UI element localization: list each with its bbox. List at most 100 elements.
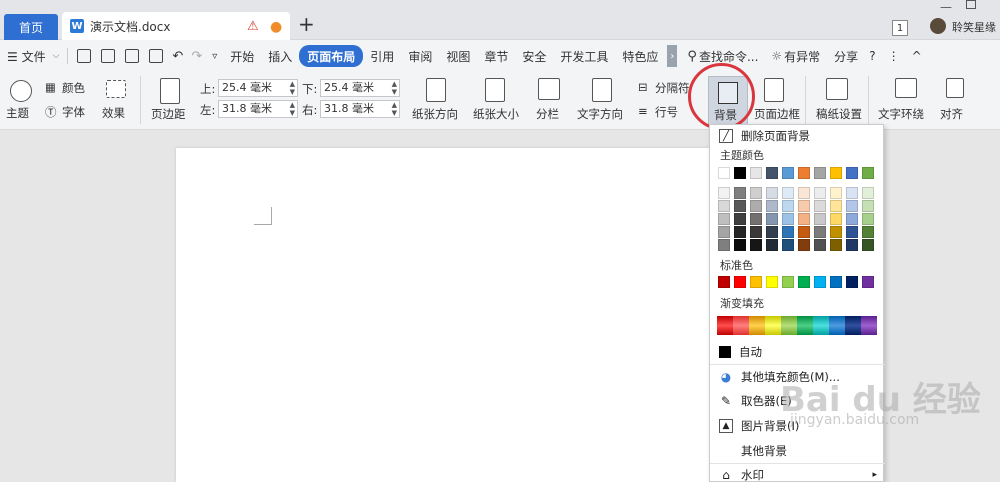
- margins-button[interactable]: 页边距: [151, 106, 186, 122]
- menu-chapter[interactable]: 章节: [477, 45, 515, 67]
- theme-shade-swatch[interactable]: [830, 200, 842, 212]
- theme-shade-swatch[interactable]: [814, 200, 826, 212]
- theme-shade-swatch[interactable]: [830, 239, 842, 251]
- theme-shade-swatch[interactable]: [862, 239, 874, 251]
- theme-shade-swatch[interactable]: [750, 187, 762, 199]
- standard-color-swatch[interactable]: [734, 276, 746, 288]
- standard-color-swatch[interactable]: [830, 276, 842, 288]
- page-border-icon[interactable]: [764, 78, 784, 102]
- save-icon[interactable]: [77, 49, 92, 63]
- orientation-icon[interactable]: [426, 78, 446, 102]
- theme-shade-swatch[interactable]: [798, 187, 810, 199]
- gradient-swatch[interactable]: [813, 316, 829, 335]
- theme-shade-swatch[interactable]: [798, 200, 810, 212]
- standard-color-swatch[interactable]: [750, 276, 762, 288]
- align-icon[interactable]: [946, 78, 964, 98]
- theme-shade-swatch[interactable]: [862, 213, 874, 225]
- theme-shade-swatch[interactable]: [782, 239, 794, 251]
- text-direction-icon[interactable]: [592, 78, 612, 102]
- theme-shade-swatch[interactable]: [766, 200, 778, 212]
- paper-grid-icon[interactable]: [826, 78, 848, 100]
- menu-developer[interactable]: 开发工具: [553, 45, 615, 67]
- gradient-swatch[interactable]: [845, 316, 861, 335]
- left-margin-input[interactable]: 31.8 毫米 ▲ ▼: [218, 100, 298, 118]
- maximize-icon[interactable]: [966, 0, 976, 9]
- columns-button[interactable]: 分栏: [536, 106, 559, 122]
- theme-shade-swatch[interactable]: [718, 239, 730, 251]
- theme-color-swatch[interactable]: [750, 167, 762, 179]
- other-background-item[interactable]: 其他背景: [710, 441, 885, 461]
- theme-shade-swatch[interactable]: [814, 239, 826, 251]
- theme-shade-swatch[interactable]: [814, 213, 826, 225]
- effects-button[interactable]: 效果: [102, 105, 125, 121]
- separator-button[interactable]: 分隔符: [655, 80, 690, 96]
- menu-insert[interactable]: 插入: [261, 45, 299, 67]
- theme-shade-swatch[interactable]: [782, 213, 794, 225]
- theme-shade-swatch[interactable]: [718, 200, 730, 212]
- text-wrap-icon[interactable]: [895, 78, 917, 98]
- theme-shade-swatch[interactable]: [766, 226, 778, 238]
- warning-icon[interactable]: ⚠: [247, 19, 259, 34]
- print-preview-icon[interactable]: [149, 49, 164, 63]
- theme-shade-swatch[interactable]: [862, 226, 874, 238]
- theme-shade-swatch[interactable]: [798, 226, 810, 238]
- menu-featured-apps[interactable]: 特色应: [615, 45, 665, 67]
- new-tab-button[interactable]: +: [298, 14, 315, 34]
- gradient-swatch[interactable]: [749, 316, 765, 335]
- fonts-button[interactable]: 字体: [62, 104, 85, 120]
- menu-start[interactable]: 开始: [223, 45, 261, 67]
- export-pdf-icon[interactable]: [101, 49, 116, 63]
- align-button[interactable]: 对齐: [940, 106, 963, 122]
- gradient-swatch[interactable]: [861, 316, 877, 335]
- user-name[interactable]: 聆笑星缘: [952, 19, 996, 35]
- text-wrap-button[interactable]: 文字环绕: [878, 106, 924, 122]
- theme-shade-swatch[interactable]: [846, 213, 858, 225]
- theme-shade-swatch[interactable]: [766, 213, 778, 225]
- menu-security[interactable]: 安全: [515, 45, 553, 67]
- theme-shade-swatch[interactable]: [862, 200, 874, 212]
- menu-review[interactable]: 审阅: [401, 45, 439, 67]
- print-icon[interactable]: [125, 49, 140, 63]
- theme-shade-swatch[interactable]: [830, 187, 842, 199]
- theme-shade-swatch[interactable]: [814, 226, 826, 238]
- paper-size-button[interactable]: 纸张大小: [473, 106, 519, 122]
- effects-icon[interactable]: [106, 80, 126, 98]
- standard-color-swatch[interactable]: [862, 276, 874, 288]
- theme-shade-swatch[interactable]: [734, 200, 746, 212]
- window-count-badge[interactable]: 1: [892, 20, 908, 36]
- paper-size-icon[interactable]: [485, 78, 505, 102]
- theme-shade-swatch[interactable]: [830, 213, 842, 225]
- standard-color-swatch[interactable]: [718, 276, 730, 288]
- gradient-swatch[interactable]: [765, 316, 781, 335]
- theme-shade-swatch[interactable]: [734, 187, 746, 199]
- theme-shade-swatch[interactable]: [798, 213, 810, 225]
- avatar[interactable]: [930, 18, 946, 34]
- menu-page-layout[interactable]: 页面布局: [299, 45, 364, 67]
- right-margin-input[interactable]: 31.8 毫米 ▲ ▼: [320, 100, 400, 118]
- page-border-button[interactable]: 页面边框: [754, 106, 800, 122]
- gradient-swatch[interactable]: [797, 316, 813, 335]
- margins-icon[interactable]: [160, 78, 180, 104]
- undo-icon[interactable]: ↶: [172, 49, 183, 64]
- menu-view[interactable]: 视图: [439, 45, 477, 67]
- theme-shade-swatch[interactable]: [782, 187, 794, 199]
- gradient-swatch[interactable]: [717, 316, 733, 335]
- theme-color-swatch[interactable]: [766, 167, 778, 179]
- remove-background-item[interactable]: ╱ 删除页面背景: [710, 127, 885, 145]
- watermark-item[interactable]: ⌂ 水印 ▸: [710, 466, 885, 482]
- more-options-icon[interactable]: ⋮: [888, 49, 900, 63]
- collapse-ribbon-icon[interactable]: ^: [912, 49, 922, 63]
- theme-shade-swatch[interactable]: [718, 187, 730, 199]
- orientation-button[interactable]: 纸张方向: [412, 106, 458, 122]
- top-margin-input[interactable]: 25.4 毫米 ▲ ▼: [218, 79, 298, 97]
- theme-shade-swatch[interactable]: [814, 187, 826, 199]
- theme-shade-swatch[interactable]: [846, 200, 858, 212]
- theme-shade-swatch[interactable]: [750, 226, 762, 238]
- theme-color-swatch[interactable]: [846, 167, 858, 179]
- text-direction-button[interactable]: 文字方向: [577, 106, 623, 122]
- gradient-swatch[interactable]: [733, 316, 749, 335]
- help-icon[interactable]: ?: [869, 49, 875, 63]
- theme-color-swatch[interactable]: [862, 167, 874, 179]
- theme-shade-swatch[interactable]: [718, 213, 730, 225]
- menu-references[interactable]: 引用: [363, 45, 401, 67]
